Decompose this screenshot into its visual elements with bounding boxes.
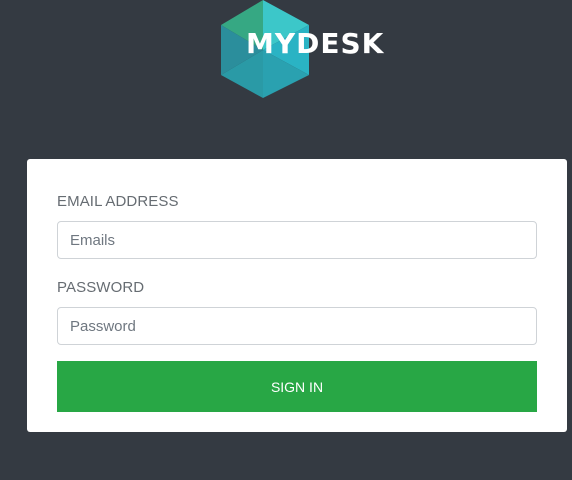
email-label: EMAIL ADDRESS <box>57 193 179 210</box>
sign-in-button[interactable]: SIGN IN <box>57 361 537 412</box>
brand-logo: MYDESK <box>221 0 396 98</box>
login-card: EMAIL ADDRESS PASSWORD SIGN IN <box>27 159 567 432</box>
login-page: MYDESK EMAIL ADDRESS PASSWORD SIGN IN <box>0 0 572 480</box>
brand-name: MYDESK <box>246 27 385 60</box>
email-input[interactable] <box>57 221 537 259</box>
password-label: PASSWORD <box>57 279 145 296</box>
password-input[interactable] <box>57 307 537 345</box>
